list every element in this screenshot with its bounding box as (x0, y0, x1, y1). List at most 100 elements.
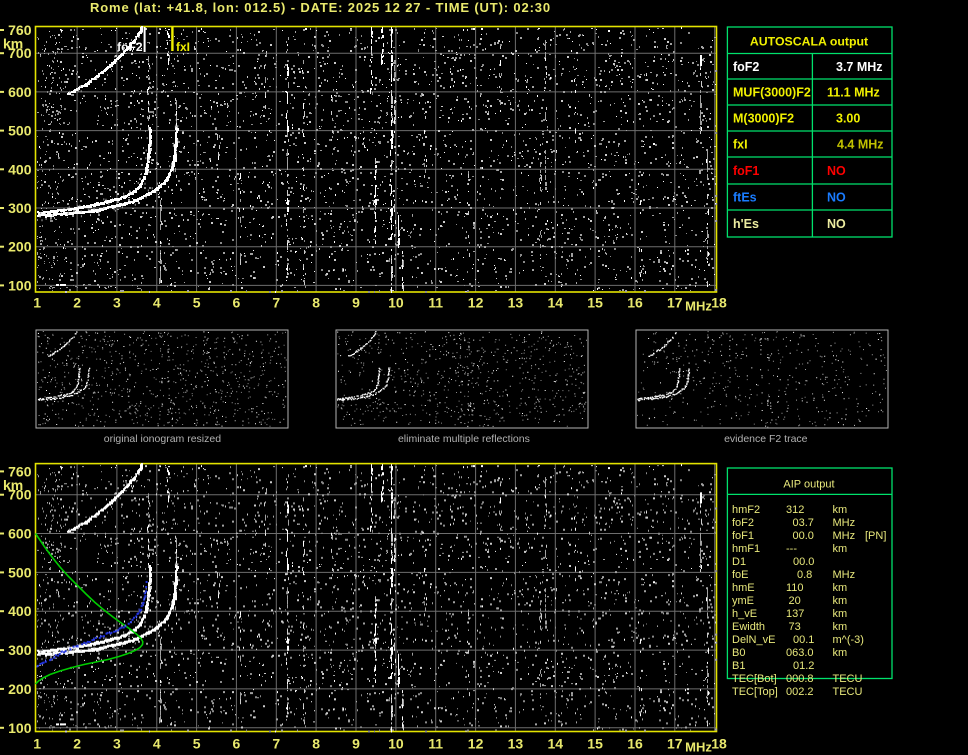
svg-text:ftEs: ftEs (733, 191, 757, 205)
svg-text:500: 500 (8, 564, 32, 580)
svg-text:eliminate multiple reflections: eliminate multiple reflections (398, 433, 530, 445)
svg-text:16: 16 (627, 736, 643, 752)
svg-text:km: km (833, 504, 848, 516)
svg-text:200: 200 (8, 239, 32, 255)
svg-text:110: 110 (786, 582, 804, 594)
svg-text:3: 3 (113, 295, 121, 311)
svg-text:hmF2: hmF2 (732, 504, 760, 516)
svg-text:400: 400 (8, 603, 32, 619)
svg-text:15: 15 (587, 736, 603, 752)
svg-text:TECU: TECU (833, 673, 863, 685)
svg-text:DelN_vE: DelN_vE (732, 634, 775, 646)
svg-text:00.0: 00.0 (793, 556, 814, 568)
svg-text:hmE: hmE (732, 582, 755, 594)
svg-text:312: 312 (786, 504, 804, 516)
svg-text:4: 4 (153, 295, 161, 311)
svg-text:01.2: 01.2 (793, 660, 814, 672)
svg-text:B1: B1 (732, 660, 745, 672)
svg-text:NO: NO (827, 217, 846, 231)
svg-text:km: km (3, 36, 23, 52)
svg-text:3: 3 (113, 736, 121, 752)
svg-text:500: 500 (8, 123, 32, 139)
svg-text:m^(-3): m^(-3) (833, 634, 864, 646)
svg-text:h_vE: h_vE (732, 608, 757, 620)
svg-text:D1: D1 (732, 556, 746, 568)
svg-text:TEC[Top]: TEC[Top] (732, 686, 778, 698)
svg-text:MHz: MHz (833, 530, 856, 542)
svg-text:10: 10 (388, 736, 404, 752)
svg-text:MHz: MHz (833, 517, 856, 529)
svg-text:1: 1 (33, 736, 41, 752)
svg-text:hmF1: hmF1 (732, 543, 760, 555)
svg-text:13: 13 (508, 736, 524, 752)
svg-text:Rome (lat: +41.8, lon: 012.5): Rome (lat: +41.8, lon: 012.5) - DATE: 20… (90, 0, 551, 15)
svg-text:3.00: 3.00 (836, 112, 860, 126)
svg-text:Ewidth: Ewidth (732, 621, 765, 633)
svg-text:002.2: 002.2 (786, 686, 814, 698)
svg-text:063.0: 063.0 (786, 647, 814, 659)
svg-text:MHz: MHz (685, 299, 712, 314)
svg-text:9: 9 (352, 736, 360, 752)
svg-text:137: 137 (786, 608, 804, 620)
svg-text:4: 4 (153, 736, 161, 752)
svg-text:600: 600 (8, 84, 32, 100)
svg-text:5: 5 (193, 736, 201, 752)
svg-text:000.8: 000.8 (786, 673, 814, 685)
svg-text:20: 20 (789, 595, 801, 607)
svg-text:MHz: MHz (685, 740, 712, 755)
svg-text:km: km (833, 595, 848, 607)
svg-text:foF1: foF1 (733, 164, 759, 178)
svg-text:km: km (3, 477, 23, 493)
svg-text:4.4 MHz: 4.4 MHz (837, 138, 884, 152)
svg-text:8: 8 (312, 295, 320, 311)
svg-text:7: 7 (272, 295, 280, 311)
svg-text:14: 14 (548, 736, 564, 752)
svg-text:600: 600 (8, 526, 32, 542)
svg-text:TEC[Bot]: TEC[Bot] (732, 673, 777, 685)
svg-text:km: km (833, 543, 848, 555)
svg-text:M(3000)F2: M(3000)F2 (733, 112, 794, 126)
svg-text:[PN]: [PN] (865, 530, 886, 542)
svg-text:km: km (833, 621, 848, 633)
svg-text:73: 73 (789, 621, 801, 633)
svg-text:300: 300 (8, 200, 32, 216)
svg-text:15: 15 (587, 295, 603, 311)
svg-text:km: km (833, 582, 848, 594)
svg-text:MHz: MHz (833, 569, 856, 581)
svg-text:foF2: foF2 (117, 40, 143, 54)
svg-text:100: 100 (8, 277, 32, 293)
svg-text:NO: NO (827, 164, 846, 178)
svg-text:03.7: 03.7 (793, 517, 814, 529)
svg-text:foF2: foF2 (733, 60, 759, 74)
svg-text:13: 13 (508, 295, 524, 311)
svg-text:h'Es: h'Es (733, 217, 759, 231)
svg-text:300: 300 (8, 642, 32, 658)
svg-text:00.1: 00.1 (793, 634, 814, 646)
svg-text:km: km (833, 608, 848, 620)
svg-text:18: 18 (711, 295, 727, 311)
svg-text:18: 18 (711, 736, 727, 752)
svg-text:17: 17 (667, 295, 683, 311)
svg-text:200: 200 (8, 681, 32, 697)
svg-text:---: --- (786, 543, 797, 555)
svg-text:2: 2 (73, 295, 81, 311)
svg-text:12: 12 (468, 295, 484, 311)
svg-text:original ionogram resized: original ionogram resized (104, 433, 221, 445)
svg-text:16: 16 (627, 295, 643, 311)
svg-text:100: 100 (8, 720, 32, 736)
svg-text:foF1: foF1 (732, 530, 754, 542)
svg-text:2: 2 (73, 736, 81, 752)
svg-text:5: 5 (193, 295, 201, 311)
svg-text:7: 7 (272, 736, 280, 752)
svg-text:14: 14 (548, 295, 564, 311)
svg-text:11.1 MHz: 11.1 MHz (827, 86, 880, 100)
svg-text:0.8: 0.8 (797, 569, 812, 581)
svg-text:3.7 MHz: 3.7 MHz (836, 60, 883, 74)
svg-text:fxI: fxI (733, 138, 748, 152)
svg-text:12: 12 (468, 736, 484, 752)
svg-text:400: 400 (8, 161, 32, 177)
svg-text:1: 1 (33, 295, 41, 311)
svg-text:foE: foE (732, 569, 749, 581)
svg-text:TECU: TECU (833, 686, 863, 698)
svg-text:evidence F2 trace: evidence F2 trace (724, 433, 808, 445)
